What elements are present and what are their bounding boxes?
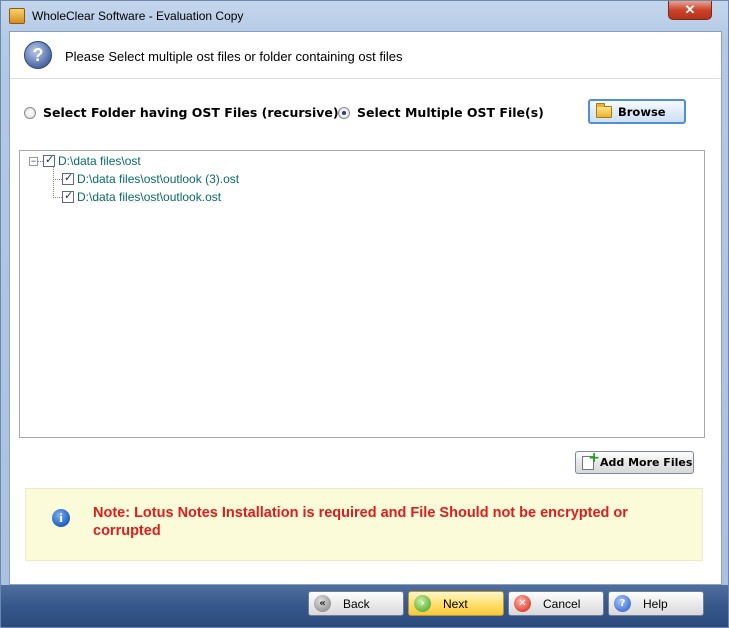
window-title: WholeClear Software - Evaluation Copy (32, 9, 244, 23)
tree-child-label: D:\data files\ost\outlook (3).ost (77, 172, 240, 186)
help-label: Help (643, 597, 668, 611)
folder-option-label: Select Folder having OST Files (recursiv… (43, 105, 339, 120)
tree-connector (53, 167, 54, 198)
add-file-icon (582, 450, 600, 470)
folder-option-radio[interactable]: Select Folder having OST Files (recursiv… (24, 105, 339, 120)
child-checkbox[interactable] (62, 171, 74, 185)
app-window: WholeClear Software - Evaluation Copy ✕ … (0, 0, 729, 628)
files-option-radio[interactable]: Select Multiple OST File(s) (338, 105, 544, 120)
radio-selected-icon[interactable] (338, 107, 350, 119)
app-icon (9, 8, 25, 24)
add-more-files-button[interactable]: Add More Files (575, 450, 694, 474)
close-button[interactable]: ✕ (668, 1, 712, 20)
folder-icon (596, 102, 612, 118)
tree-root-node[interactable]: D:\data files\ost (43, 153, 141, 168)
help-button[interactable]: ? Help (608, 591, 704, 616)
tree-root-label: D:\data files\ost (58, 154, 141, 168)
tree-connector (53, 197, 62, 198)
question-icon: ? (24, 41, 52, 69)
wizard-panel: ? Please Select multiple ost files or fo… (9, 31, 722, 585)
header-instruction: Please Select multiple ost files or fold… (65, 49, 403, 64)
browse-label: Browse (618, 104, 666, 119)
browse-button[interactable]: Browse (588, 99, 686, 124)
title-bar[interactable]: WholeClear Software - Evaluation Copy ✕ (1, 1, 728, 31)
note-panel: i Note: Lotus Notes Installation is requ… (25, 488, 703, 561)
back-arrow-icon: « (314, 595, 331, 612)
root-checkbox[interactable] (43, 153, 55, 167)
add-more-files-label: Add More Files (600, 456, 693, 469)
cancel-label: Cancel (543, 597, 581, 611)
files-option-label: Select Multiple OST File(s) (357, 105, 544, 120)
cancel-x-icon: ✕ (514, 595, 531, 612)
cancel-button[interactable]: ✕ Cancel (508, 591, 604, 616)
tree-child-label: D:\data files\ost\outlook.ost (77, 190, 222, 204)
collapse-toggle[interactable]: − (29, 157, 38, 166)
next-arrow-icon: › (414, 595, 431, 612)
note-text: Note: Lotus Notes Installation is requir… (93, 505, 628, 539)
help-icon: ? (614, 595, 631, 612)
radio-icon[interactable] (24, 107, 36, 119)
wizard-header: ? Please Select multiple ost files or fo… (10, 32, 721, 79)
tree-child-node[interactable]: D:\data files\ost\outlook (3).ost (62, 171, 240, 186)
next-label: Next (443, 597, 468, 611)
info-icon: i (52, 509, 70, 527)
tree-child-node[interactable]: D:\data files\ost\outlook.ost (62, 189, 222, 204)
next-button[interactable]: › Next (408, 591, 504, 616)
back-button[interactable]: « Back (308, 591, 404, 616)
file-tree[interactable]: − D:\data files\ost D:\data files\ost\ou… (19, 150, 705, 438)
back-label: Back (343, 597, 370, 611)
child-checkbox[interactable] (62, 189, 74, 203)
tree-connector (53, 179, 62, 180)
